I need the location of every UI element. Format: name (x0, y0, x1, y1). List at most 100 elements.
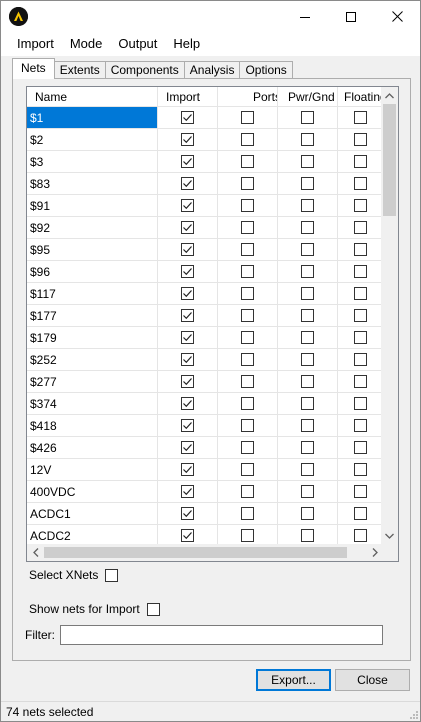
nets-grid[interactable]: Name Import Ports Pwr/Gnd Floating $1$2$… (26, 86, 399, 562)
table-row[interactable]: $91 (27, 195, 383, 217)
net-name-cell[interactable]: $2 (27, 129, 158, 150)
pwr-gnd-checkbox[interactable] (301, 485, 314, 498)
table-row[interactable]: $2 (27, 129, 383, 151)
pwr-gnd-checkbox[interactable] (301, 243, 314, 256)
import-checkbox[interactable] (181, 419, 194, 432)
select-xnets-checkbox[interactable] (105, 568, 119, 582)
ports-checkbox[interactable] (241, 199, 254, 212)
show-nets-checkbox[interactable] (146, 602, 160, 616)
horizontal-scroll-thumb[interactable] (44, 547, 347, 558)
net-name-cell[interactable]: 400VDC (27, 481, 158, 502)
import-checkbox[interactable] (181, 353, 194, 366)
import-checkbox[interactable] (181, 331, 194, 344)
floating-checkbox[interactable] (354, 155, 367, 168)
floating-checkbox[interactable] (354, 287, 367, 300)
import-checkbox[interactable] (181, 177, 194, 190)
tab-nets[interactable]: Nets (12, 58, 55, 79)
ports-checkbox[interactable] (241, 133, 254, 146)
floating-checkbox[interactable] (354, 485, 367, 498)
tab-extents[interactable]: Extents (53, 61, 106, 79)
ports-checkbox[interactable] (241, 243, 254, 256)
menu-import[interactable]: Import (9, 32, 62, 56)
filter-input[interactable] (60, 625, 383, 645)
table-row[interactable]: $117 (27, 283, 383, 305)
pwr-gnd-checkbox[interactable] (301, 375, 314, 388)
scroll-left-arrow-icon[interactable] (27, 544, 44, 561)
ports-checkbox[interactable] (241, 221, 254, 234)
floating-checkbox[interactable] (354, 375, 367, 388)
net-name-cell[interactable]: $92 (27, 217, 158, 238)
floating-checkbox[interactable] (354, 133, 367, 146)
net-name-cell[interactable]: $177 (27, 305, 158, 326)
import-checkbox[interactable] (181, 155, 194, 168)
vertical-scroll-thumb[interactable] (383, 104, 396, 216)
import-checkbox[interactable] (181, 441, 194, 454)
import-checkbox[interactable] (181, 529, 194, 542)
maximize-button[interactable] (328, 1, 374, 32)
column-header-name[interactable]: Name (27, 87, 158, 107)
pwr-gnd-checkbox[interactable] (301, 133, 314, 146)
pwr-gnd-checkbox[interactable] (301, 221, 314, 234)
floating-checkbox[interactable] (354, 111, 367, 124)
pwr-gnd-checkbox[interactable] (301, 397, 314, 410)
tab-analysis[interactable]: Analysis (183, 61, 241, 79)
pwr-gnd-checkbox[interactable] (301, 155, 314, 168)
table-row[interactable]: $418 (27, 415, 383, 437)
net-name-cell[interactable]: $252 (27, 349, 158, 370)
import-checkbox[interactable] (181, 221, 194, 234)
net-name-cell[interactable]: $96 (27, 261, 158, 282)
column-header-ports[interactable]: Ports (218, 87, 278, 107)
net-name-cell[interactable]: ACDC1 (27, 503, 158, 524)
table-row[interactable]: $95 (27, 239, 383, 261)
floating-checkbox[interactable] (354, 331, 367, 344)
vertical-scrollbar[interactable] (381, 87, 398, 544)
table-row[interactable]: $277 (27, 371, 383, 393)
floating-checkbox[interactable] (354, 441, 367, 454)
net-name-cell[interactable]: ACDC2 (27, 525, 158, 546)
table-row[interactable]: 400VDC (27, 481, 383, 503)
floating-checkbox[interactable] (354, 397, 367, 410)
floating-checkbox[interactable] (354, 177, 367, 190)
pwr-gnd-checkbox[interactable] (301, 463, 314, 476)
ports-checkbox[interactable] (241, 265, 254, 278)
ports-checkbox[interactable] (241, 375, 254, 388)
pwr-gnd-checkbox[interactable] (301, 177, 314, 190)
close-button[interactable]: Close (335, 669, 410, 691)
floating-checkbox[interactable] (354, 199, 367, 212)
horizontal-scrollbar[interactable] (27, 544, 383, 561)
ports-checkbox[interactable] (241, 463, 254, 476)
table-row[interactable]: $92 (27, 217, 383, 239)
close-window-button[interactable] (374, 1, 420, 32)
net-name-cell[interactable]: $91 (27, 195, 158, 216)
pwr-gnd-checkbox[interactable] (301, 353, 314, 366)
ports-checkbox[interactable] (241, 397, 254, 410)
net-name-cell[interactable]: $179 (27, 327, 158, 348)
pwr-gnd-checkbox[interactable] (301, 507, 314, 520)
import-checkbox[interactable] (181, 243, 194, 256)
table-row[interactable]: $177 (27, 305, 383, 327)
pwr-gnd-checkbox[interactable] (301, 111, 314, 124)
select-xnets-option[interactable]: Select XNets (29, 568, 119, 582)
pwr-gnd-checkbox[interactable] (301, 419, 314, 432)
import-checkbox[interactable] (181, 265, 194, 278)
import-checkbox[interactable] (181, 507, 194, 520)
ports-checkbox[interactable] (241, 353, 254, 366)
floating-checkbox[interactable] (354, 221, 367, 234)
table-row[interactable]: $179 (27, 327, 383, 349)
pwr-gnd-checkbox[interactable] (301, 287, 314, 300)
floating-checkbox[interactable] (354, 529, 367, 542)
import-checkbox[interactable] (181, 309, 194, 322)
show-nets-option[interactable]: Show nets for Import (29, 602, 160, 616)
ports-checkbox[interactable] (241, 177, 254, 190)
pwr-gnd-checkbox[interactable] (301, 441, 314, 454)
ports-checkbox[interactable] (241, 331, 254, 344)
minimize-button[interactable] (282, 1, 328, 32)
import-checkbox[interactable] (181, 463, 194, 476)
floating-checkbox[interactable] (354, 507, 367, 520)
ports-checkbox[interactable] (241, 441, 254, 454)
resize-grip-icon[interactable] (408, 709, 418, 719)
import-checkbox[interactable] (181, 111, 194, 124)
table-row[interactable]: $3 (27, 151, 383, 173)
table-row[interactable]: 12V (27, 459, 383, 481)
pwr-gnd-checkbox[interactable] (301, 331, 314, 344)
